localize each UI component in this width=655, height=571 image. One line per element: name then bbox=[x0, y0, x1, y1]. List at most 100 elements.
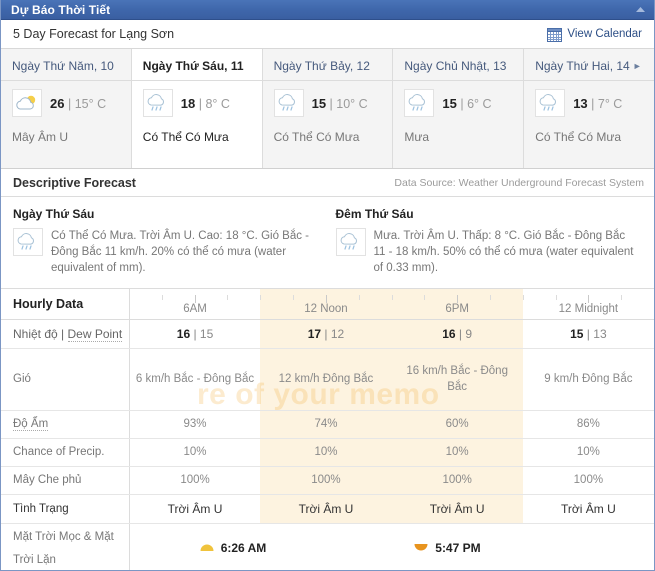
sunset-item: 5:47 PM bbox=[414, 541, 481, 556]
day-header-divider bbox=[524, 80, 654, 81]
table-row-condition: Tình Trạng Trời Âm U Trời Âm U Trời Âm U… bbox=[1, 494, 654, 524]
day-tab-name: Ngày Thứ Hai, 14 ► bbox=[535, 59, 642, 73]
rain-icon bbox=[142, 89, 173, 117]
row-label-wind: Gió bbox=[1, 348, 130, 411]
condition-cell-3: Trời Âm U bbox=[522, 494, 654, 524]
descriptive-day-title: Ngày Thứ Sáu bbox=[13, 207, 95, 221]
descriptive-day-column: Ngày Thứ Sáu Có Thể Có Mưa. Trời Âm U. C… bbox=[1, 207, 332, 276]
data-source-label: Data Source: Weather Underground Forecas… bbox=[394, 176, 644, 189]
chevron-up-icon[interactable] bbox=[632, 3, 648, 17]
hourly-time-3: 12 Midnight bbox=[522, 289, 654, 320]
calendar-icon bbox=[547, 27, 563, 42]
day-summary: 18 | 8° C bbox=[142, 89, 252, 117]
day-temperature: 18 | 8° C bbox=[180, 95, 230, 111]
row-label-precipitation: Chance of Precip. bbox=[1, 438, 130, 467]
day-header-divider bbox=[1, 80, 131, 81]
table-row-temperature: Nhiệt độ | Dew Point 16 | 15 17 | 12 16 … bbox=[1, 319, 654, 349]
day-condition: Có Thể Có Mưa bbox=[142, 130, 229, 144]
hourly-data-title: Hourly Data bbox=[1, 289, 130, 320]
day-summary: 13 | 7° C bbox=[535, 89, 644, 117]
day-summary: 26 | 15° C bbox=[12, 89, 121, 117]
table-row-humidity: Độ Ẩm 93% 74% 60% 86% bbox=[1, 410, 654, 439]
descriptive-forecast-body: Ngày Thứ Sáu Có Thể Có Mưa. Trời Âm U. C… bbox=[1, 197, 654, 289]
condition-cell-2: Trời Âm U bbox=[391, 494, 523, 524]
day-tab-name: Ngày Thứ Sáu, 11 bbox=[142, 59, 244, 73]
day-header-divider bbox=[131, 80, 262, 81]
day-tab-3[interactable]: Ngày Chủ Nhật, 13 15 | 6° C Mưa bbox=[393, 49, 525, 168]
day-condition: Có Thể Có Mưa bbox=[273, 130, 360, 144]
precipitation-cell-3: 10% bbox=[522, 438, 654, 467]
wind-cell-1: 12 km/h Đông Bắc bbox=[260, 348, 392, 411]
day-tab-1[interactable]: Ngày Thứ Sáu, 11 18 | 8° C Có Thể Có Mưa bbox=[131, 49, 263, 168]
day-tab-2[interactable]: Ngày Thứ Bảy, 12 15 | 10° C Có Thể Có Mư… bbox=[262, 49, 394, 168]
cloud-cover-cell-3: 100% bbox=[522, 466, 654, 495]
temperature-cell-3: 15 | 13 bbox=[522, 319, 654, 349]
day-header-divider bbox=[262, 80, 393, 81]
wind-cell-2: 16 km/h Bắc - Đông Bắc bbox=[391, 348, 523, 411]
sunrise-item: 6:26 AM bbox=[200, 541, 267, 556]
day-summary: 15 | 6° C bbox=[404, 89, 513, 117]
descriptive-forecast-title: Descriptive Forecast bbox=[13, 175, 136, 190]
precipitation-cell-2: 10% bbox=[391, 438, 523, 467]
day-condition: Có Thể Có Mưa bbox=[535, 130, 622, 144]
table-row-precipitation: Chance of Precip. 10% 10% 10% 10% bbox=[1, 438, 654, 467]
day-temperature: 13 | 7° C bbox=[573, 95, 623, 111]
table-row-wind: Gió 6 km/h Bắc - Đông Bắc 12 km/h Đông B… bbox=[1, 348, 654, 411]
sunset-time: 5:47 PM bbox=[435, 541, 481, 556]
humidity-cell-3: 86% bbox=[522, 410, 654, 439]
day-tab-4[interactable]: Ngày Thứ Hai, 14 ► 13 | 7° C Có Thể Có M… bbox=[524, 49, 654, 168]
window-titlebar: Dự Báo Thời Tiết bbox=[1, 0, 654, 20]
rain-icon bbox=[335, 228, 366, 256]
weather-forecast-widget: Dự Báo Thời Tiết 5 Day Forecast for Lạng… bbox=[0, 0, 655, 571]
humidity-cell-0: 93% bbox=[129, 410, 261, 439]
rain-icon bbox=[13, 228, 43, 256]
descriptive-forecast-header: Descriptive Forecast Data Source: Weathe… bbox=[1, 169, 654, 197]
view-calendar-label: View Calendar bbox=[567, 28, 642, 40]
wind-cell-3: 9 km/h Đông Bắc bbox=[522, 348, 654, 411]
sunrise-time: 6:26 AM bbox=[220, 541, 267, 556]
descriptive-night-text: Mưa. Trời Âm U. Thấp: 8 °C. Gió Bắc - Đô… bbox=[373, 230, 634, 274]
forecast-location-title: 5 Day Forecast for Lạng Sơn bbox=[13, 27, 175, 41]
temperature-cell-0: 16 | 15 bbox=[129, 319, 261, 349]
rain-icon bbox=[273, 89, 304, 117]
wind-cell-0: 6 km/h Bắc - Đông Bắc bbox=[129, 348, 261, 411]
day-tab-0[interactable]: Ngày Thứ Năm, 10 26 | 15° C Mây Âm U bbox=[1, 49, 132, 168]
day-temperature: 26 | 15° C bbox=[50, 95, 107, 111]
rain-icon bbox=[535, 89, 566, 117]
hourly-time-0: 6AM bbox=[129, 289, 261, 320]
row-label-condition: Tình Trạng bbox=[1, 494, 130, 524]
precipitation-cell-1: 10% bbox=[260, 438, 392, 467]
day-condition: Mưa bbox=[404, 130, 430, 144]
condition-cell-0: Trời Âm U bbox=[129, 494, 261, 524]
table-row-cloud-cover: Mây Che phủ 100% 100% 100% 100% bbox=[1, 466, 654, 495]
hourly-data-table: Hourly Data 6AM 12 Noon 6PM 12 Midnight … bbox=[1, 289, 654, 571]
next-day-arrow-icon[interactable]: ► bbox=[633, 61, 642, 71]
row-label-cloud-cover: Mây Che phủ bbox=[1, 466, 130, 495]
cloud-cover-cell-0: 100% bbox=[129, 466, 261, 495]
humidity-cell-1: 74% bbox=[260, 410, 392, 439]
hourly-time-2: 6PM bbox=[391, 289, 523, 320]
hourly-time-1: 12 Noon bbox=[260, 289, 392, 320]
day-forecast-tabs: Ngày Thứ Năm, 10 26 | 15° C Mây Âm U Ngà… bbox=[1, 49, 654, 169]
humidity-cell-2: 60% bbox=[391, 410, 523, 439]
day-temperature: 15 | 10° C bbox=[311, 95, 368, 111]
sunrise-sunset-wrap: 6:26 AM 5:47 PM bbox=[134, 524, 650, 571]
row-label-sunrise-sunset: Mặt Trời Mọc & Mặt Trời Lặn bbox=[1, 523, 130, 570]
descriptive-day-row: Có Thể Có Mưa. Trời Âm U. Cao: 18 °C. Gi… bbox=[13, 228, 318, 276]
sunrise-icon bbox=[200, 541, 214, 555]
temperature-cell-2: 16 | 9 bbox=[391, 319, 523, 349]
view-calendar-button[interactable]: View Calendar bbox=[547, 27, 646, 42]
cloud-cover-cell-1: 100% bbox=[260, 466, 392, 495]
partly-cloudy-icon bbox=[12, 89, 42, 117]
sunset-icon bbox=[414, 541, 428, 555]
precipitation-cell-0: 10% bbox=[129, 438, 261, 467]
table-row-sunrise-sunset: Mặt Trời Mọc & Mặt Trời Lặn 6:26 AM 5:47… bbox=[1, 523, 654, 571]
day-tab-name: Ngày Thứ Bảy, 12 bbox=[273, 59, 370, 73]
descriptive-night-column: Đêm Thứ Sáu Mưa. Trời Âm U. Thấp: 8 °C. … bbox=[332, 207, 655, 276]
row-label-humidity: Độ Ẩm bbox=[1, 410, 130, 439]
day-tab-name: Ngày Chủ Nhật, 13 bbox=[404, 59, 507, 73]
day-condition: Mây Âm U bbox=[12, 130, 69, 144]
day-summary: 15 | 10° C bbox=[273, 89, 383, 117]
day-temperature: 15 | 6° C bbox=[442, 95, 492, 111]
day-tab-name: Ngày Thứ Năm, 10 bbox=[12, 59, 114, 73]
